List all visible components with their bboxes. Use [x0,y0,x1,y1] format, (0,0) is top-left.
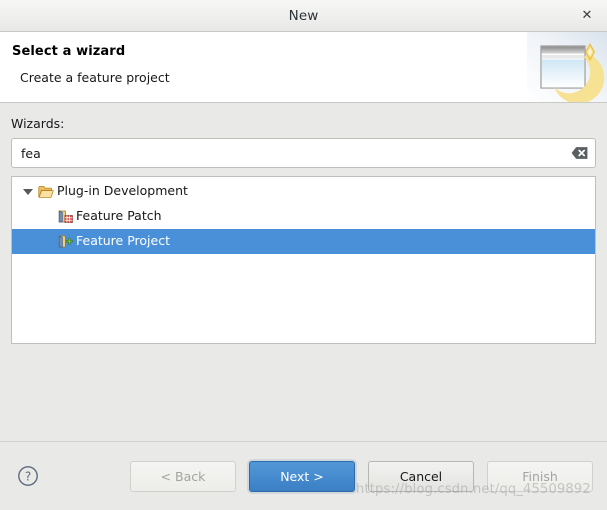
feature-patch-icon [56,209,74,225]
clear-backspace-icon[interactable] [571,147,588,160]
feature-project-icon [56,234,74,250]
new-wizard-banner-icon [527,32,607,102]
wizard-tree[interactable]: Plug-in Development Feature Patch Featur… [11,176,596,344]
dialog-titlebar: New ✕ [0,0,607,32]
cancel-button[interactable]: Cancel [368,460,474,492]
help-question-icon[interactable]: ? [17,465,39,487]
new-wizard-dialog: New ✕ Select a wizard Create a feature p… [0,0,607,510]
tree-item-label: Feature Patch [76,208,162,224]
close-icon[interactable]: ✕ [576,5,598,27]
tree-item-plug-in-development[interactable]: Plug-in Development [12,179,595,204]
dialog-button-group: < Back Next > Cancel Finish [130,460,593,492]
wizards-label: Wizards: [11,116,65,131]
tree-item-label: Feature Project [76,233,170,249]
svg-text:?: ? [25,469,31,483]
finish-button[interactable]: Finish [487,460,593,492]
banner-title: Select a wizard [12,44,126,59]
dialog-footer: ? < Back Next > Cancel Finish [0,441,607,510]
tree-item-feature-project[interactable]: Feature Project [12,229,595,254]
tree-item-label: Plug-in Development [57,183,188,199]
open-folder-icon [37,184,55,200]
chevron-down-icon[interactable] [22,185,35,198]
next-button[interactable]: Next > [249,460,355,492]
search-input[interactable] [12,139,595,167]
banner-subtitle: Create a feature project [20,70,170,85]
tree-item-feature-patch[interactable]: Feature Patch [12,204,595,229]
dialog-body: Wizards: Plug-in Develop [0,103,607,441]
wizard-banner: Select a wizard Create a feature project [0,32,607,103]
wizard-filter-field[interactable] [11,138,596,168]
dialog-title: New [288,7,319,24]
back-button[interactable]: < Back [130,460,236,492]
